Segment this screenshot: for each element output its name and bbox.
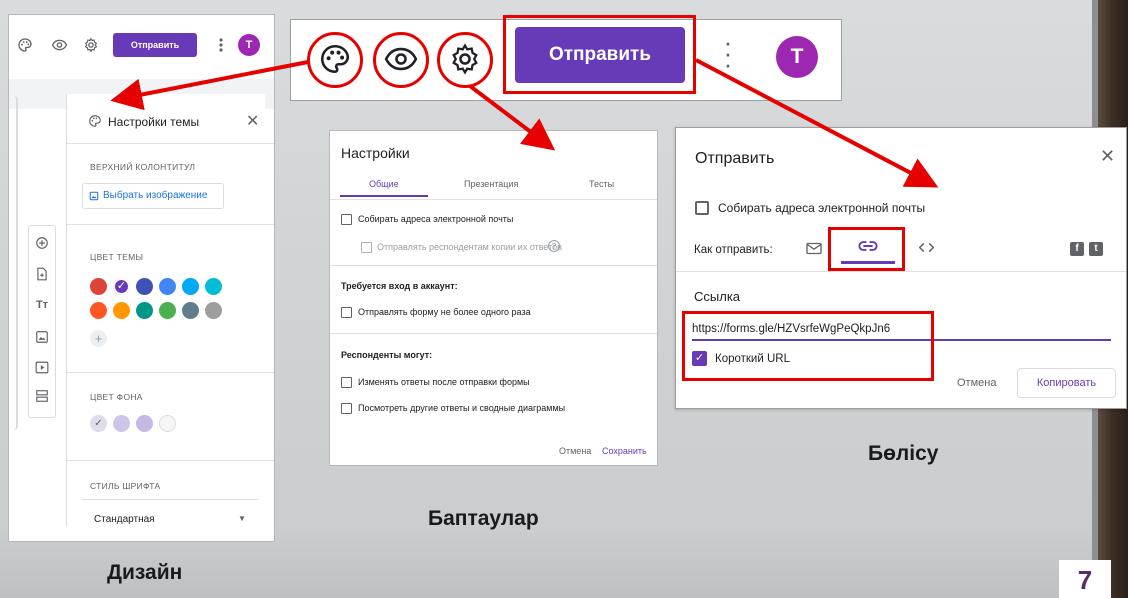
arrow-to-send-dialog — [695, 58, 939, 188]
page-number: 7 — [1059, 560, 1111, 598]
caption-design: Дизайн — [107, 561, 183, 584]
annotation-arrows — [110, 58, 939, 188]
slide: Отправить T Tт Настройки темы ✕ ВЕРХНИЙ … — [0, 0, 1128, 598]
caption-settings: Баптаулар — [428, 507, 539, 530]
arrow-to-design-panel — [110, 60, 309, 111]
caption-send: Бөлісу — [868, 442, 939, 465]
arrow-to-settings-dialog — [468, 84, 556, 151]
